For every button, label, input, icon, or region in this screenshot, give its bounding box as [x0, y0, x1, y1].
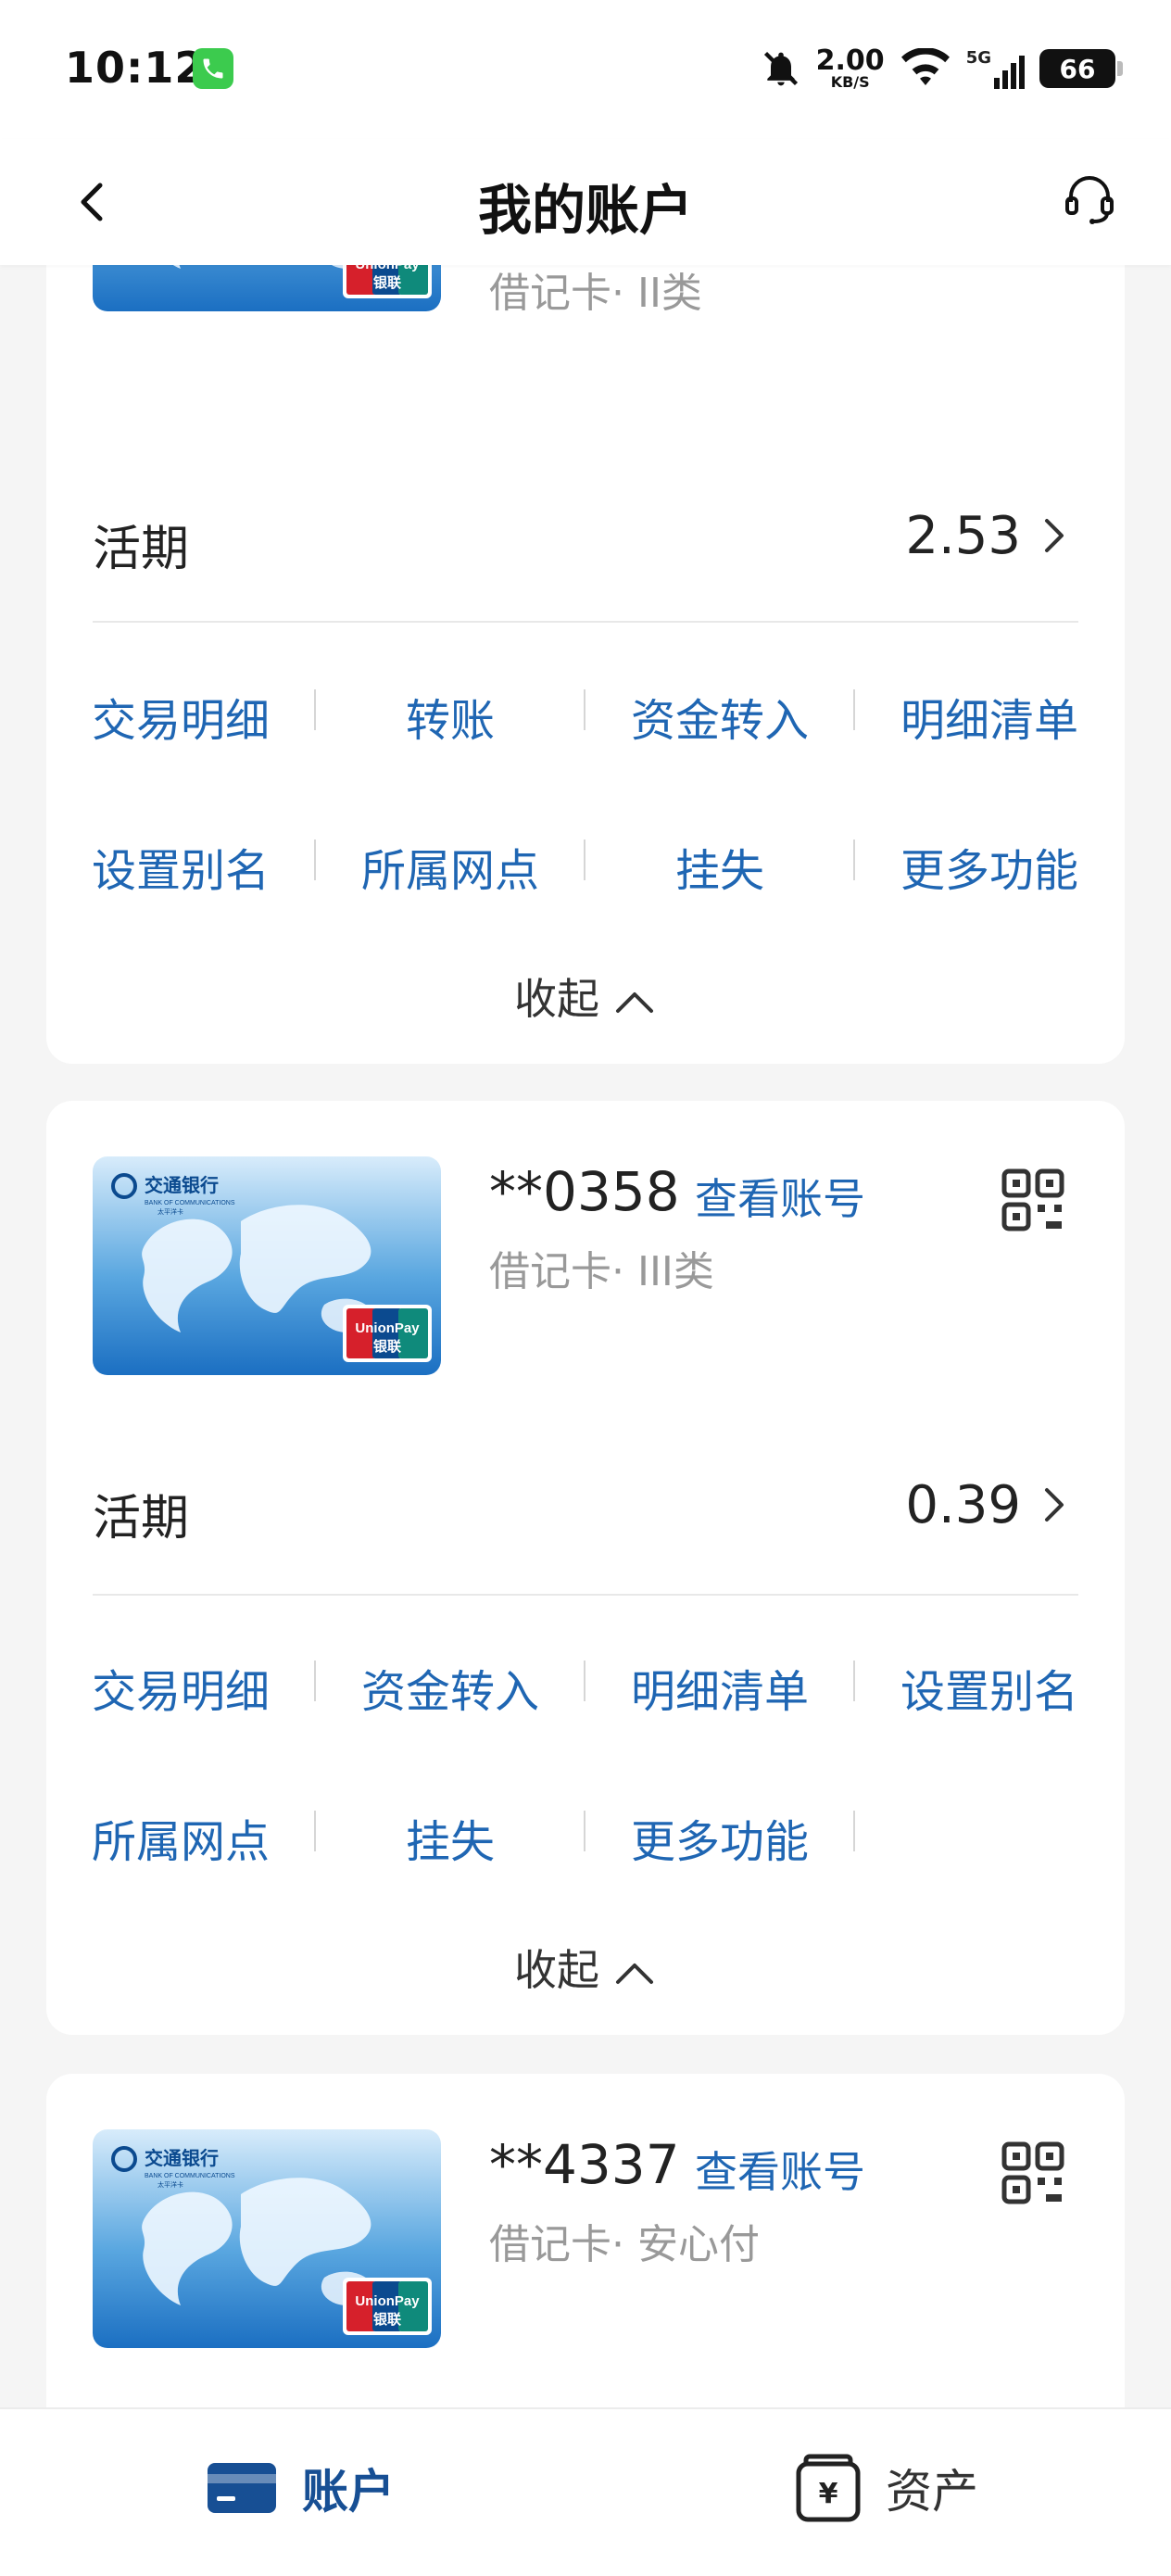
- svg-text:BANK OF COMMUNICATIONS: BANK OF COMMUNICATIONS: [145, 2173, 235, 2179]
- account-type: 借记卡· II类: [489, 270, 702, 317]
- tab-label: 账户: [302, 2465, 395, 2519]
- action-set-alias[interactable]: 设置别名: [46, 834, 315, 899]
- status-bar: 10:12 2.00 KB/S 5G 66: [0, 0, 1171, 139]
- qr-code-icon[interactable]: [1001, 2140, 1065, 2205]
- bank-card-image: 交通银行 BANK OF COMMUNICATIONS 太平洋卡 UnionPa…: [93, 1156, 441, 1375]
- svg-text:银联: 银联: [373, 274, 402, 291]
- action-statement[interactable]: 明细清单: [586, 1655, 854, 1720]
- action-statement[interactable]: 明细清单: [855, 684, 1124, 749]
- balance-amount[interactable]: 2.53: [905, 506, 1021, 566]
- svg-text:¥: ¥: [819, 2478, 838, 2510]
- action-branch[interactable]: 所属网点: [316, 834, 585, 899]
- action-transfer[interactable]: 转账: [316, 684, 585, 749]
- wallet-yuan-icon: ¥: [796, 2454, 861, 2522]
- svg-text:太平洋卡: 太平洋卡: [157, 1207, 183, 1216]
- bank-logo-text: 交通银行: [145, 2147, 219, 2169]
- network-speed: 2.00 KB/S: [815, 44, 885, 91]
- bottom-tab-bar: 账户 ¥ 资产: [0, 2407, 1171, 2576]
- collapse-label: 收起: [514, 974, 599, 1024]
- mute-bell-icon: [763, 51, 798, 86]
- signal-5g-icon: 5G: [966, 48, 1025, 89]
- action-set-alias[interactable]: 设置别名: [855, 1655, 1124, 1720]
- phone-call-icon[interactable]: [193, 48, 233, 89]
- chevron-right-icon[interactable]: [1038, 508, 1071, 563]
- tab-assets[interactable]: ¥ 资产: [795, 2446, 978, 2530]
- view-account-number-link[interactable]: 查看账号: [695, 2139, 865, 2200]
- action-more[interactable]: 更多功能: [586, 1805, 854, 1870]
- balance-amount[interactable]: 0.39: [905, 1475, 1021, 1535]
- action-branch[interactable]: 所属网点: [46, 1805, 315, 1870]
- nav-bar: 我的账户: [0, 139, 1171, 265]
- svg-text:银联: 银联: [373, 1338, 402, 1355]
- svg-text:BANK OF COMMUNICATIONS: BANK OF COMMUNICATIONS: [145, 1200, 235, 1206]
- chevron-up-icon: [616, 991, 653, 1013]
- account-card-2: 交通银行 BANK OF COMMUNICATIONS 太平洋卡 UnionPa…: [46, 1101, 1125, 2035]
- account-number: **0358: [489, 1160, 680, 1223]
- chevron-right-icon[interactable]: [1038, 1477, 1071, 1533]
- customer-service-headset-icon[interactable]: [1060, 170, 1119, 230]
- unionpay-logo-text: UnionPay: [355, 2293, 420, 2309]
- account-number: **4337: [489, 2133, 680, 2196]
- account-type: 借记卡· 安心付: [489, 2221, 760, 2268]
- bank-logo-text: 交通银行: [145, 1174, 219, 1196]
- action-report-loss[interactable]: 挂失: [316, 1805, 585, 1870]
- action-transaction-details[interactable]: 交易明细: [46, 684, 315, 749]
- divider: [93, 621, 1078, 623]
- balance-label: 活期: [93, 522, 190, 577]
- action-transaction-details[interactable]: 交易明细: [46, 1655, 315, 1720]
- divider: [93, 1594, 1078, 1596]
- action-more[interactable]: 更多功能: [855, 834, 1124, 899]
- action-fund-in[interactable]: 资金转入: [586, 684, 854, 749]
- account-card-1: UnionPay 银联 借记卡· II类 活期 2.53 交易明细 转账 资金转…: [46, 93, 1125, 1064]
- svg-text:太平洋卡: 太平洋卡: [157, 2180, 183, 2189]
- bank-card-image: 交通银行 BANK OF COMMUNICATIONS 太平洋卡 UnionPa…: [93, 2129, 441, 2348]
- action-report-loss[interactable]: 挂失: [586, 834, 854, 899]
- collapse-button[interactable]: 收起: [46, 966, 1125, 1027]
- collapse-button[interactable]: 收起: [46, 1937, 1125, 1998]
- chevron-up-icon: [616, 1963, 653, 1984]
- unionpay-logo-text: UnionPay: [355, 1320, 420, 1336]
- tab-label: 资产: [886, 2465, 978, 2519]
- account-type: 借记卡· III类: [489, 1248, 714, 1295]
- action-fund-in[interactable]: 资金转入: [316, 1655, 585, 1720]
- tab-accounts[interactable]: 账户: [206, 2446, 395, 2530]
- balance-label: 活期: [93, 1491, 190, 1547]
- battery-icon: 66: [1039, 49, 1123, 88]
- collapse-label: 收起: [514, 1945, 599, 1995]
- wifi-icon: [900, 48, 950, 85]
- svg-text:银联: 银联: [373, 2311, 402, 2328]
- status-time: 10:12: [65, 43, 206, 93]
- account-card-icon: [208, 2463, 276, 2513]
- page-title: 我的账户: [477, 179, 693, 242]
- separator: [853, 1811, 855, 1851]
- qr-code-icon[interactable]: [1001, 1168, 1065, 1232]
- view-account-number-link[interactable]: 查看账号: [695, 1166, 865, 1227]
- account-card-3: 交通银行 BANK OF COMMUNICATIONS 太平洋卡 UnionPa…: [46, 2074, 1125, 2463]
